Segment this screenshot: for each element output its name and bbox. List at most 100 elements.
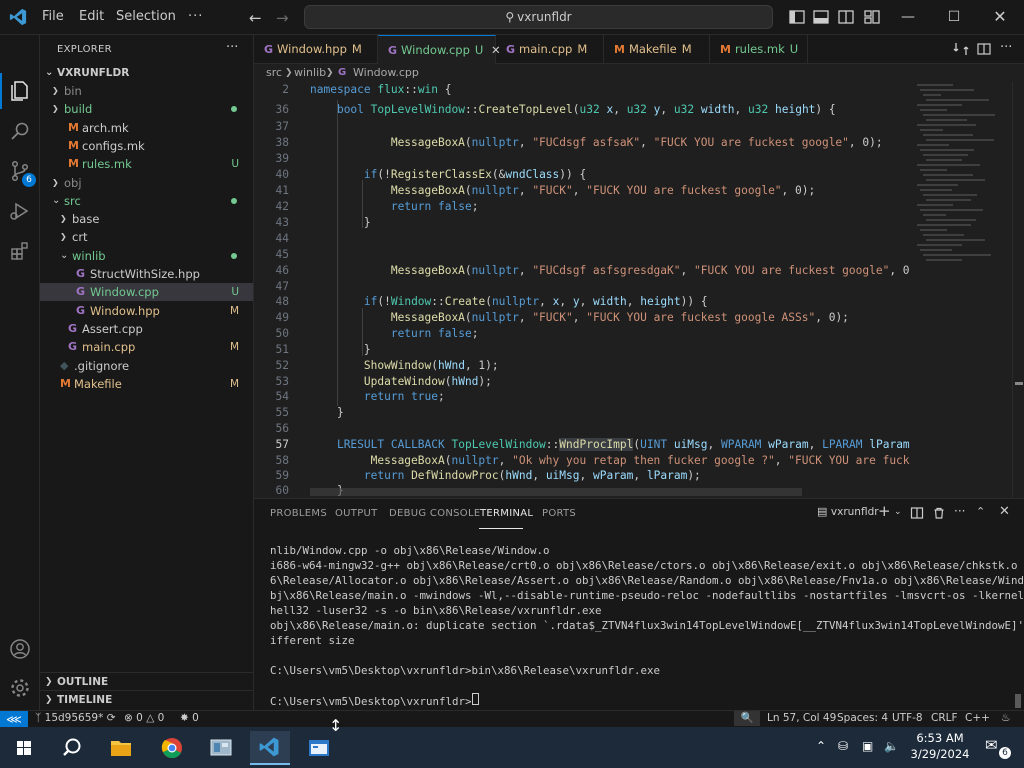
tree-item[interactable]: Gmain.cpp M bbox=[40, 338, 253, 356]
close-window-icon[interactable]: ✕ bbox=[988, 5, 1012, 29]
terminal-scrollbar[interactable] bbox=[1015, 694, 1021, 708]
forward-arrow-icon[interactable]: → bbox=[276, 9, 289, 27]
code-line[interactable]: 2 namespace flux::win { bbox=[254, 82, 910, 98]
windows-start-icon[interactable] bbox=[4, 731, 44, 765]
code-line[interactable]: 51 } bbox=[254, 342, 910, 358]
problems-status[interactable]: ⊗ 0 △ 0 bbox=[124, 712, 164, 724]
encoding[interactable]: UTF-8 bbox=[892, 712, 923, 724]
notifications-icon[interactable]: ✉ bbox=[985, 736, 998, 754]
code-line[interactable]: 58 MessageBoxA(nullptr, "Ok why you reta… bbox=[254, 453, 910, 469]
explorer-more-button[interactable]: ··· bbox=[226, 40, 238, 55]
code-editor[interactable]: 2 namespace flux::win {36 bool TopLevelWi… bbox=[254, 82, 1024, 498]
toggle-panel-icon[interactable] bbox=[809, 5, 833, 29]
extensions-icon[interactable] bbox=[8, 239, 32, 263]
toggle-secondary-sidebar-icon[interactable] bbox=[834, 5, 858, 29]
code-line[interactable]: 46 MessageBoxA(nullptr, "FUCdsgf asfsgre… bbox=[254, 263, 910, 279]
back-arrow-icon[interactable]: ← bbox=[249, 9, 262, 27]
menu-file[interactable]: File bbox=[42, 9, 64, 24]
compare-changes-icon[interactable] bbox=[953, 41, 969, 57]
files-icon[interactable] bbox=[8, 79, 32, 103]
tree-item[interactable]: ◆ .gitignore bbox=[40, 357, 253, 375]
code-line[interactable]: 44 bbox=[254, 231, 910, 247]
ports-status[interactable]: ✸ 0 bbox=[180, 712, 199, 724]
timeline-section[interactable]: ❯ TIMELINE bbox=[40, 690, 253, 709]
menu-more-button[interactable]: ··· bbox=[188, 9, 203, 24]
split-editor-icon[interactable] bbox=[976, 41, 992, 57]
breadcrumb-window-cpp[interactable]: Window.cpp bbox=[353, 64, 419, 82]
language-mode[interactable]: C++ bbox=[965, 712, 990, 724]
zoom-icon[interactable]: 🔍 bbox=[734, 711, 760, 726]
code-line[interactable]: 42 return false; bbox=[254, 199, 910, 215]
network-icon[interactable]: ▣ bbox=[862, 739, 873, 753]
terminal-output[interactable]: nlib/Window.cpp -o obj\x86\Release/Windo… bbox=[270, 543, 1024, 709]
code-line[interactable]: 38 MessageBoxA(nullptr, "FUCdsgf asfsaK"… bbox=[254, 135, 910, 151]
file-explorer-icon[interactable] bbox=[101, 731, 141, 765]
tree-item[interactable]: G StructWithSize.hpp bbox=[40, 265, 253, 283]
search-icon[interactable] bbox=[52, 731, 92, 765]
tab-window-cpp[interactable]: G Window.cpp U ✕ bbox=[378, 35, 501, 64]
toggle-primary-sidebar-icon[interactable] bbox=[785, 5, 809, 29]
tab-ports[interactable]: PORTS bbox=[542, 508, 576, 519]
command-center-search[interactable]: ⚲ vxrunfldr bbox=[304, 5, 773, 29]
code-line[interactable]: 52 ShowWindow(hWnd, 1); bbox=[254, 358, 910, 374]
remote-indicator-icon[interactable]: ⋘ bbox=[0, 711, 28, 728]
tree-item[interactable]: ❯ obj bbox=[40, 174, 253, 192]
volume-icon[interactable]: 🔈 bbox=[884, 739, 899, 753]
tree-item[interactable]: Mrules.mk U bbox=[40, 155, 253, 173]
vscode-icon[interactable] bbox=[250, 731, 290, 765]
code-line[interactable]: 37 bbox=[254, 119, 910, 135]
vertical-scrollbar[interactable] bbox=[1012, 82, 1024, 498]
run-debug-icon[interactable] bbox=[8, 199, 32, 223]
new-terminal-icon[interactable]: + bbox=[878, 502, 891, 520]
breadcrumb-src[interactable]: src bbox=[266, 64, 282, 82]
security-icon[interactable]: ⛁ bbox=[838, 739, 848, 753]
chevron-down-icon[interactable]: ⌄ bbox=[894, 507, 902, 517]
tree-item[interactable]: ❯ bin bbox=[40, 82, 253, 100]
tree-item[interactable]: ❯ crt bbox=[40, 228, 253, 246]
close-panel-icon[interactable]: ✕ bbox=[999, 504, 1010, 519]
search-icon[interactable] bbox=[8, 119, 32, 143]
code-line[interactable]: 43 } bbox=[254, 215, 910, 231]
menu-selection[interactable]: Selection bbox=[116, 9, 176, 24]
taskbar-clock[interactable]: 6:53 AM 3/29/2024 bbox=[904, 730, 976, 762]
vscode-logo-icon[interactable] bbox=[8, 8, 28, 26]
tree-item[interactable]: M Makefile M bbox=[40, 375, 253, 393]
app-window-icon[interactable] bbox=[299, 731, 339, 765]
tab-main-cpp[interactable]: Gmain.cpp M bbox=[496, 35, 604, 64]
tab-output[interactable]: OUTPUT bbox=[335, 508, 378, 519]
code-line[interactable]: 47 bbox=[254, 279, 910, 295]
code-line[interactable]: 54 return true; bbox=[254, 389, 910, 405]
minimize-icon[interactable]: — bbox=[896, 5, 920, 29]
chrome-icon[interactable] bbox=[152, 731, 192, 765]
code-line[interactable]: 55 } bbox=[254, 405, 910, 421]
tree-item[interactable]: ⌄ winlib bbox=[40, 247, 253, 265]
menu-edit[interactable]: Edit bbox=[79, 9, 104, 24]
notifications-bell-icon[interactable]: ♨ bbox=[1001, 712, 1010, 724]
maximize-panel-icon[interactable]: ⌃ bbox=[976, 505, 985, 518]
cursor-position[interactable]: Ln 57, Col 49 bbox=[767, 712, 836, 724]
tab-problems[interactable]: PROBLEMS bbox=[270, 508, 327, 519]
tree-item[interactable]: ⌄ src bbox=[40, 192, 253, 210]
show-hidden-icons-icon[interactable]: ⌃ bbox=[816, 739, 826, 753]
code-line[interactable]: 49 MessageBoxA(nullptr, "FUCK", "FUCK YO… bbox=[254, 310, 910, 326]
account-icon[interactable] bbox=[8, 637, 32, 661]
code-line[interactable]: 48 if(!Window::Create(nullptr, x, y, wid… bbox=[254, 294, 910, 310]
branch-status[interactable]: ᛉ 15d95659* ⟳ bbox=[35, 712, 116, 724]
code-line[interactable]: 56 bbox=[254, 421, 910, 437]
tree-item[interactable]: Mconfigs.mk bbox=[40, 137, 253, 155]
horizontal-scrollbar[interactable] bbox=[310, 488, 802, 496]
tree-item[interactable]: G Window.hpp M bbox=[40, 302, 253, 320]
manage-gear-icon[interactable] bbox=[8, 676, 32, 700]
code-line[interactable]: 39 bbox=[254, 151, 910, 167]
control-panel-icon[interactable] bbox=[201, 731, 241, 765]
end-of-line[interactable]: CRLF bbox=[931, 712, 958, 724]
maximize-icon[interactable]: ☐ bbox=[942, 5, 966, 29]
tree-item[interactable]: G Window.cpp U bbox=[40, 283, 253, 302]
tree-item[interactable]: G Assert.cpp bbox=[40, 320, 253, 338]
code-line[interactable]: 36 bool TopLevelWindow::CreateTopLevel(u… bbox=[254, 102, 910, 118]
code-line[interactable]: 41 MessageBoxA(nullptr, "FUCK", "FUCK YO… bbox=[254, 183, 910, 199]
tree-item[interactable]: ❯ build bbox=[40, 100, 253, 118]
code-line[interactable]: 59 return DefWindowProc(hWnd, uiMsg, wPa… bbox=[254, 468, 910, 484]
split-terminal-icon[interactable] bbox=[910, 506, 924, 520]
tab-terminal[interactable]: TERMINAL bbox=[480, 508, 533, 519]
